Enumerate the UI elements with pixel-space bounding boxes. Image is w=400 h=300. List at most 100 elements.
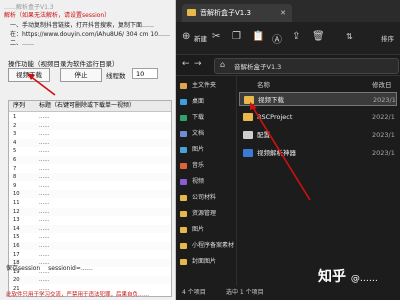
instruction-line: 解析（如果无法解析，请设置session） (4, 12, 111, 19)
table-row[interactable]: 3 …… (9, 130, 171, 138)
watermark-brand: 知乎 (318, 269, 346, 285)
paste-icon[interactable]: 📋 (252, 31, 264, 42)
forward-arrow-icon[interactable]: → (194, 59, 202, 69)
tab-title: 音解析盒子V1.3 (200, 9, 251, 17)
row-index: 11 (13, 200, 20, 206)
explorer-toolbar: ⊕ 新建 ✂ ❐ 📋 Ⓐ ⇪ 🗑 ⇅ 排序 (176, 22, 400, 55)
table-row[interactable]: 10 …… (9, 190, 171, 199)
nav-item[interactable]: 主文件夹 (180, 80, 216, 92)
nav-folder-icon (180, 82, 187, 89)
nav-item[interactable]: 小程序备案素材 (180, 240, 234, 252)
table-row[interactable]: 4 …… (9, 138, 171, 147)
row-index: 20 (13, 277, 20, 284)
copy-icon[interactable]: ❐ (232, 31, 241, 42)
table-row[interactable]: 5 …… (9, 147, 171, 155)
file-icon (243, 149, 253, 157)
table-row[interactable]: 20 …… (9, 276, 171, 285)
nav-folder-icon (180, 162, 187, 169)
nav-folder-icon (180, 258, 187, 265)
new-icon[interactable]: ⊕ (182, 31, 190, 42)
nav-item[interactable]: 视频 (180, 176, 204, 188)
sort-button-label[interactable]: 排序 (381, 33, 394, 43)
column-name-header[interactable]: 名称 (257, 79, 270, 89)
row-title: …… (39, 114, 50, 120)
row-index: 12 (13, 208, 20, 215)
nav-item[interactable]: 音乐 (180, 160, 204, 172)
file-list: 名称 修改日 视频下载 2023/1 RSCProject 2022/1 配置 2023/… (237, 76, 400, 286)
footer-disclaimer: 此软件只用于学习交流，严禁用于违法犯罪，后果自负…… (6, 292, 150, 298)
zhihu-watermark: 知乎 @…… (318, 266, 378, 286)
row-title: …… (39, 243, 50, 249)
nav-item-label: 音乐 (192, 162, 205, 169)
table-row[interactable]: 11 …… (9, 199, 171, 207)
nav-item[interactable]: 图片 (180, 224, 204, 236)
nav-item[interactable]: 封面图片 (180, 256, 216, 268)
row-title: …… (39, 191, 50, 198)
nav-item[interactable]: 资源管理 (180, 208, 216, 220)
row-title: …… (39, 148, 50, 155)
session-input[interactable]: sessionid=…… (48, 265, 93, 272)
table-row[interactable]: 12 …… (9, 207, 171, 216)
video-download-button[interactable]: 视频下载 (8, 68, 50, 82)
session-area: 保存session sessionid=…… (6, 263, 93, 272)
share-icon[interactable]: ⇪ (292, 31, 300, 42)
sort-icon[interactable]: ⇅ (346, 32, 353, 41)
nav-item[interactable]: 下载 (180, 112, 204, 124)
delete-icon[interactable]: 🗑 (312, 31, 325, 42)
new-button-label[interactable]: 新建 (194, 33, 207, 43)
thread-count-input[interactable]: 10 (132, 68, 158, 79)
row-index: 8 (13, 174, 17, 181)
nav-folder-icon (180, 178, 187, 185)
explorer-tab[interactable]: 音解析盒子V1.3 ✕ (182, 4, 292, 22)
rename-icon[interactable]: Ⓐ (272, 31, 282, 46)
file-name: 配置 (257, 131, 270, 139)
file-date: 2023/1 (373, 96, 396, 104)
row-index: 9 (13, 182, 17, 189)
row-title: …… (39, 131, 50, 138)
cut-icon[interactable]: ✂ (212, 31, 220, 42)
downloader-app-window: ……解析盒子V1.3 解析（如果无法解析，请设置session） 一、手动复制抖… (0, 0, 176, 300)
save-session-label: 保存session (6, 265, 41, 272)
row-title: …… (39, 182, 50, 189)
nav-folder-icon (180, 98, 187, 105)
table-row[interactable]: 2 …… (9, 121, 171, 130)
row-title: …… (39, 157, 50, 163)
row-title: …… (39, 139, 50, 146)
row-index: 4 (13, 139, 17, 146)
table-row[interactable]: 14 …… (9, 224, 171, 233)
back-arrow-icon[interactable]: ← (182, 59, 190, 69)
header-index: 序列 (13, 102, 26, 109)
nav-folder-icon (180, 210, 187, 217)
close-tab-icon[interactable]: ✕ (280, 4, 286, 22)
table-row[interactable]: 9 …… (9, 182, 171, 190)
table-row[interactable]: 15 …… (9, 233, 171, 241)
table-row[interactable]: 7 …… (9, 165, 171, 173)
row-index: 3 (13, 131, 17, 138)
nav-item[interactable]: 文档 (180, 128, 204, 140)
row-title: …… (39, 234, 50, 241)
file-row[interactable]: 配置 2023/1 (239, 128, 397, 142)
row-title: …… (39, 277, 50, 284)
table-row[interactable]: 1 …… (9, 113, 171, 121)
table-row[interactable]: 13 …… (9, 216, 171, 224)
file-row[interactable]: 视频解析神器 2023/1 (239, 146, 397, 160)
file-row[interactable]: RSCProject 2022/1 (239, 110, 397, 124)
nav-item[interactable]: 桌面 (180, 96, 204, 108)
table-row[interactable]: 6 …… (9, 156, 171, 164)
table-row[interactable]: 17 …… (9, 251, 171, 259)
row-index: 17 (13, 251, 20, 258)
column-date-header[interactable]: 修改日 (372, 79, 392, 89)
table-row[interactable]: 8 …… (9, 173, 171, 182)
table-row[interactable]: 16 …… (9, 242, 171, 250)
file-row[interactable]: 视频下载 2023/1 (239, 92, 397, 106)
file-explorer-window: 音解析盒子V1.3 ✕ ⊕ 新建 ✂ ❐ 📋 Ⓐ ⇪ 🗑 ⇅ 排序 ← → ⌂ … (176, 0, 400, 300)
home-icon: ⌂ (220, 60, 226, 69)
header-title: 标题（右键可删除或下载单一视频） (39, 102, 136, 109)
file-name: RSCProject (257, 113, 293, 121)
nav-item[interactable]: 公司材料 (180, 192, 216, 204)
stop-button[interactable]: 停止 (60, 68, 102, 82)
breadcrumb[interactable]: 音解析盒子V1.3 (234, 61, 281, 71)
nav-item[interactable]: 图片 (180, 144, 204, 156)
file-name: 视频下载 (258, 96, 284, 104)
section-label: 操作功能（视频目录为软件运行目录） (8, 60, 119, 68)
